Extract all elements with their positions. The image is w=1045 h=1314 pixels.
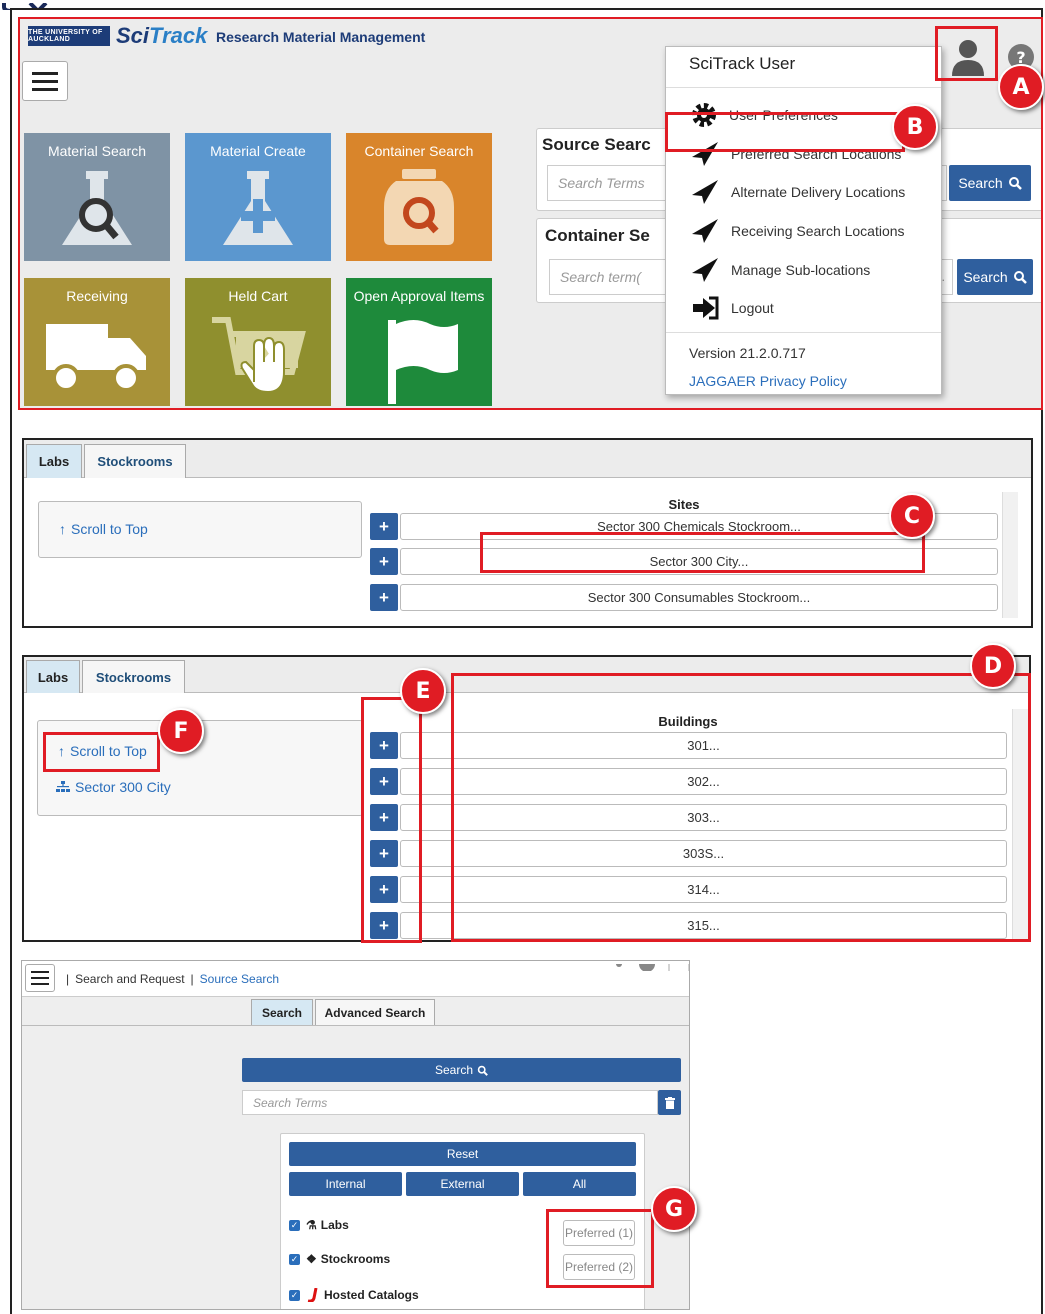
annotation-badge-b: B (892, 104, 938, 150)
breadcrumb-site-link[interactable]: Sector 300 City (56, 779, 171, 795)
tab-labs[interactable]: Labs (26, 660, 80, 693)
annotation-box-b (665, 112, 905, 152)
annotation-box-f (43, 732, 160, 772)
reset-button[interactable]: Reset (289, 1142, 636, 1166)
tab-labs[interactable]: Labs (26, 444, 82, 478)
clear-search-button[interactable] (658, 1090, 681, 1115)
tab-stockrooms[interactable]: Stockrooms (82, 660, 185, 693)
annotation-box-d (451, 673, 1031, 942)
annotation-badge-a: A (998, 64, 1044, 110)
hosted-catalogs-label: Hosted Catalogs (306, 1288, 419, 1302)
arrow-up-icon: ↑ (59, 521, 66, 537)
search-button[interactable]: Search (242, 1058, 681, 1082)
labs-checkbox[interactable]: ✓ (289, 1220, 300, 1231)
annotation-box-a (935, 26, 998, 81)
breadcrumb-section[interactable]: Search and Request (75, 972, 184, 986)
filter-internal-button[interactable]: Internal (289, 1172, 402, 1196)
stockrooms-checkbox[interactable]: ✓ (289, 1254, 300, 1265)
tab-stockrooms[interactable]: Stockrooms (84, 444, 186, 478)
tab-advanced-search[interactable]: Advanced Search (315, 999, 435, 1025)
header-clipped-icons (607, 961, 689, 971)
annotation-box-e (361, 697, 422, 943)
main-menu-button[interactable] (25, 964, 55, 992)
annotation-badge-c: C (889, 493, 935, 539)
sitemap-icon (56, 781, 70, 792)
trash-icon (664, 1096, 675, 1109)
annotation-badge-f: F (158, 708, 204, 754)
annotation-badge-e: E (400, 668, 446, 714)
expand-site-button[interactable]: + (370, 548, 398, 575)
annotation-box-c (480, 532, 925, 573)
filter-external-button[interactable]: External (406, 1172, 519, 1196)
filter-all-button[interactable]: All (523, 1172, 636, 1196)
annotation-box-g (546, 1209, 654, 1288)
stockrooms-label: ❖ Stockrooms (306, 1252, 391, 1266)
catalog-check-icon (307, 1288, 318, 1302)
search-terms-input[interactable]: Search Terms (242, 1090, 658, 1115)
annotation-box-panel1 (18, 17, 1043, 410)
breadcrumb: | Search and Request | Source Search (66, 972, 280, 986)
annotation-badge-g: G (651, 1186, 697, 1232)
nav-sidebar: ↑ Scroll to Top (38, 501, 362, 558)
breadcrumb-page[interactable]: Source Search (200, 972, 279, 986)
cubes-icon: ❖ (306, 1252, 317, 1266)
scrollbar[interactable] (1002, 492, 1018, 618)
expand-site-button[interactable]: + (370, 513, 398, 540)
annotation-badge-d: D (970, 643, 1016, 689)
hosted-catalogs-checkbox[interactable]: ✓ (289, 1290, 300, 1301)
tab-underline (22, 1025, 689, 1026)
flask-icon: ⚗ (306, 1218, 317, 1232)
site-row[interactable]: Sector 300 Consumables Stockroom... (400, 584, 998, 611)
location-tabs: Labs Stockrooms (24, 440, 1031, 478)
magnifier-icon (477, 1065, 488, 1076)
labs-label: ⚗ Labs (306, 1218, 349, 1232)
expand-site-button[interactable]: + (370, 584, 398, 611)
scroll-to-top-link[interactable]: ↑ Scroll to Top (59, 521, 148, 537)
tab-search[interactable]: Search (251, 999, 313, 1025)
